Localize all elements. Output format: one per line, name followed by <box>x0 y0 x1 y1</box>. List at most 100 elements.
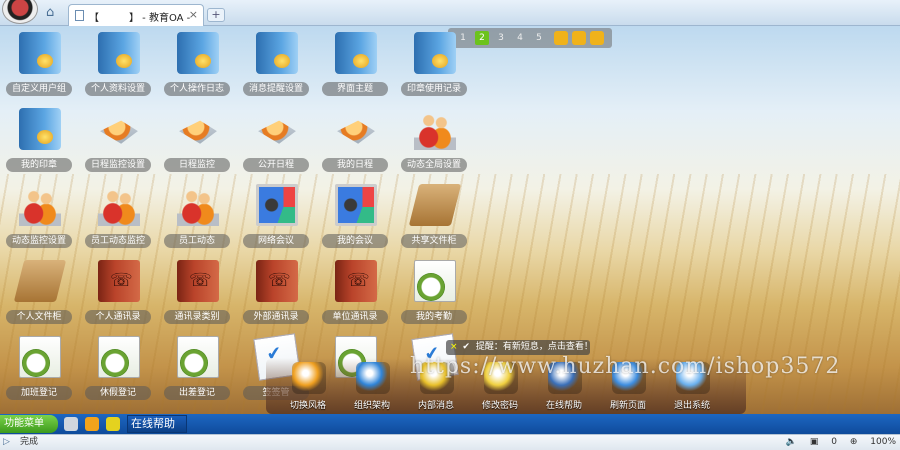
desktop-app-label: 通讯录类别 <box>164 310 230 324</box>
gear-icon[interactable] <box>572 31 586 45</box>
zoom-level[interactable]: 100% <box>870 437 896 447</box>
desktop-app[interactable]: 共享文件柜 <box>397 182 471 254</box>
grid-icon[interactable] <box>554 31 568 45</box>
popup-count: 0 <box>831 437 837 447</box>
desktop-app-label: 我的日程 <box>322 158 388 172</box>
desktop-app-label: 动态全局设置 <box>401 158 467 172</box>
desktop-app-label: 加班登记 <box>6 386 72 400</box>
desktop-app-label: 公开日程 <box>243 158 309 172</box>
address-book-icon <box>335 260 377 302</box>
desktop-app-label: 网络会议 <box>243 234 309 248</box>
desktop-app[interactable]: 员工动态监控 <box>81 182 155 254</box>
dock-item-label: 切换风格 <box>289 401 326 411</box>
desktop-app[interactable]: 我的印章 <box>2 106 76 178</box>
page-icon <box>75 10 84 21</box>
desktop-app[interactable]: 日程监控 <box>160 106 234 178</box>
zoom-icon[interactable]: ⊕ <box>850 437 858 447</box>
tab-close-icon[interactable]: × <box>189 8 198 21</box>
desktop-app-label: 我的考勤 <box>401 310 467 324</box>
desktop-app-label: 日程监控设置 <box>85 158 151 172</box>
people-icon <box>19 184 61 226</box>
function-menu-button[interactable]: 功能菜单 <box>0 415 58 433</box>
desktop-app-label: 外部通讯录 <box>243 310 309 324</box>
notice-close-icon[interactable]: × <box>450 342 458 352</box>
desktop-app-label: 动态监控设置 <box>6 234 72 248</box>
page-4-button[interactable]: 4 <box>513 31 527 45</box>
desktop-app[interactable]: 我的日程 <box>318 106 392 178</box>
notice-check-icon: ✔ <box>462 342 470 352</box>
desktop-app-label: 个人资料设置 <box>85 82 151 96</box>
desktop-app[interactable]: 我的考勤 <box>397 258 471 330</box>
clock-icon <box>98 336 140 378</box>
popup-blocker-icon[interactable]: ▣ <box>810 437 819 447</box>
schedule-icon <box>337 120 375 144</box>
book-icon <box>335 32 377 74</box>
book-icon <box>256 32 298 74</box>
desktop-app-label: 我的会议 <box>322 234 388 248</box>
oa-desktop: 12345 自定义用户组 个人资料设置 个人操作日志 消息提醒设置 界面主题 印章使用记录… <box>0 26 900 414</box>
address-book-icon <box>256 260 298 302</box>
dock-item[interactable]: 切换风格 <box>276 358 340 414</box>
schedule-icon <box>258 120 296 144</box>
desktop-app[interactable]: 个人文件柜 <box>2 258 76 330</box>
schedule-icon <box>100 120 138 144</box>
desktop-app[interactable]: 消息提醒设置 <box>239 30 313 102</box>
status-arrow-icon: ▷ <box>3 437 10 447</box>
user-avatar[interactable] <box>2 0 38 24</box>
clock-icon <box>19 336 61 378</box>
desktop-app-label: 单位通讯录 <box>322 310 388 324</box>
address-book-icon <box>177 260 219 302</box>
desktop-app-label: 共享文件柜 <box>401 234 467 248</box>
desktop-app[interactable]: 印章使用记录 <box>397 30 471 102</box>
desktop-app[interactable]: 通讯录类别 <box>160 258 234 330</box>
desktop-app[interactable]: 动态监控设置 <box>2 182 76 254</box>
book-icon <box>98 32 140 74</box>
taskbar-window-online-help[interactable]: 在线帮助 <box>127 415 187 433</box>
dock-item-label: 内部消息 <box>417 401 454 411</box>
message-notice[interactable]: × ✔ 提醒：有新短息，点击查看！ <box>446 340 593 355</box>
people-icon <box>414 108 456 150</box>
desktop-app[interactable]: 员工动态 <box>160 182 234 254</box>
address-book-icon <box>98 260 140 302</box>
meeting-board-icon <box>335 184 377 226</box>
desktop-app[interactable]: 界面主题 <box>318 30 392 102</box>
desktop-app[interactable]: 动态全局设置 <box>397 106 471 178</box>
desktop-app[interactable]: 个人操作日志 <box>160 30 234 102</box>
taskbar: 功能菜单 在线帮助 <box>0 414 900 434</box>
online-users-icon[interactable] <box>106 417 120 431</box>
desktop-app-label: 个人操作日志 <box>164 82 230 96</box>
clock-icon <box>414 260 456 302</box>
speaker-icon[interactable]: 🔈 <box>786 437 797 447</box>
browser-tab[interactable]: 【 】 - 教育OA - × <box>68 4 204 26</box>
dock-item-label: 在线帮助 <box>545 401 582 411</box>
page-2-button[interactable]: 2 <box>475 31 489 45</box>
desktop-app[interactable]: 我的会议 <box>318 182 392 254</box>
dock-item-label: 退出系统 <box>673 401 710 411</box>
search-icon[interactable] <box>590 31 604 45</box>
browser-tab-strip: ⌂ 【 】 - 教育OA - × + <box>0 0 900 26</box>
status-text: 完成 <box>20 437 39 447</box>
desktop-app[interactable]: 日程监控设置 <box>81 106 155 178</box>
home-icon[interactable]: ⌂ <box>46 6 60 20</box>
desktop-app[interactable]: 公开日程 <box>239 106 313 178</box>
dock-item[interactable]: 组织架构 <box>340 358 404 414</box>
book-icon <box>19 108 61 150</box>
desktop-app[interactable]: 网络会议 <box>239 182 313 254</box>
desktop-app-label: 自定义用户组 <box>6 82 72 96</box>
desktop-app[interactable]: 外部通讯录 <box>239 258 313 330</box>
desktop-app[interactable]: 休假登记 <box>81 334 155 406</box>
desktop-app[interactable]: 单位通讯录 <box>318 258 392 330</box>
new-tab-button[interactable]: + <box>207 8 225 22</box>
desktop-app[interactable]: 加班登记 <box>2 334 76 406</box>
desktop-page-switcher: 12345 <box>448 28 612 48</box>
windows-icon <box>292 362 326 394</box>
page-5-button[interactable]: 5 <box>532 31 546 45</box>
desktop-app-label: 我的印章 <box>6 158 72 172</box>
page-3-button[interactable]: 3 <box>494 31 508 45</box>
desktop-app[interactable]: 个人资料设置 <box>81 30 155 102</box>
show-desktop-icon[interactable] <box>64 417 78 431</box>
desktop-app[interactable]: 出差登记 <box>160 334 234 406</box>
desktop-app[interactable]: 个人通讯录 <box>81 258 155 330</box>
desktop-app[interactable]: 自定义用户组 <box>2 30 76 102</box>
chat-icon[interactable] <box>85 417 99 431</box>
